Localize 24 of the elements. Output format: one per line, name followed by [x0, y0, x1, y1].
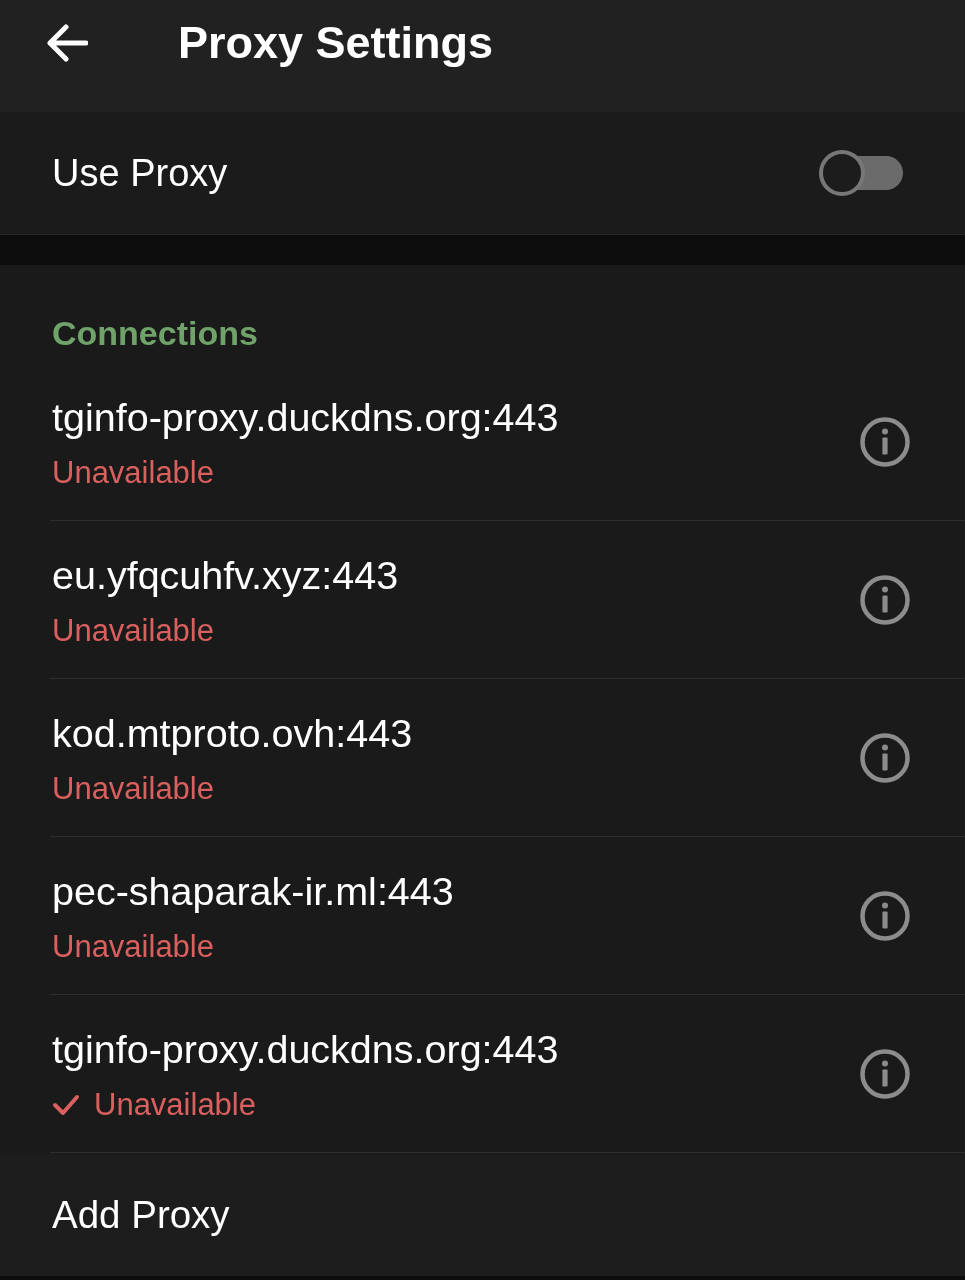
proxy-status: Unavailable — [52, 929, 214, 965]
proxy-status: Unavailable — [52, 771, 214, 807]
info-icon[interactable] — [860, 732, 910, 783]
proxy-status: Unavailable — [94, 1087, 256, 1123]
proxy-status: Unavailable — [52, 455, 214, 491]
proxy-list-item[interactable]: pec-shaparak-ir.ml:443 Unavailable — [50, 837, 965, 995]
info-icon[interactable] — [860, 1048, 910, 1099]
section-heading: Connections — [51, 313, 259, 354]
proxy-address: eu.yfqcuhfv.xyz:443 — [52, 553, 399, 597]
info-icon[interactable] — [860, 416, 910, 467]
use-proxy-label: Use Proxy — [52, 151, 228, 196]
use-proxy-switch[interactable] — [819, 148, 905, 198]
proxy-status: Unavailable — [52, 613, 214, 649]
proxy-address: kod.mtproto.ovh:443 — [52, 711, 413, 755]
back-arrow-icon — [46, 24, 88, 62]
proxy-address: tginfo-proxy.duckdns.org:443 — [52, 395, 559, 439]
proxy-list-item[interactable]: eu.yfqcuhfv.xyz:443 Unavailable — [50, 521, 965, 679]
proxy-address: tginfo-proxy.duckdns.org:443 — [52, 1027, 559, 1071]
proxy-address: pec-shaparak-ir.ml:443 — [52, 869, 454, 913]
proxy-list-item[interactable]: tginfo-proxy.duckdns.org:443 Unavailable — [50, 363, 965, 521]
proxy-list-item[interactable]: kod.mtproto.ovh:443 Unavailable — [50, 679, 965, 837]
info-icon[interactable] — [860, 574, 910, 625]
screen-title: Proxy Settings — [178, 16, 494, 70]
info-icon[interactable] — [860, 890, 910, 941]
